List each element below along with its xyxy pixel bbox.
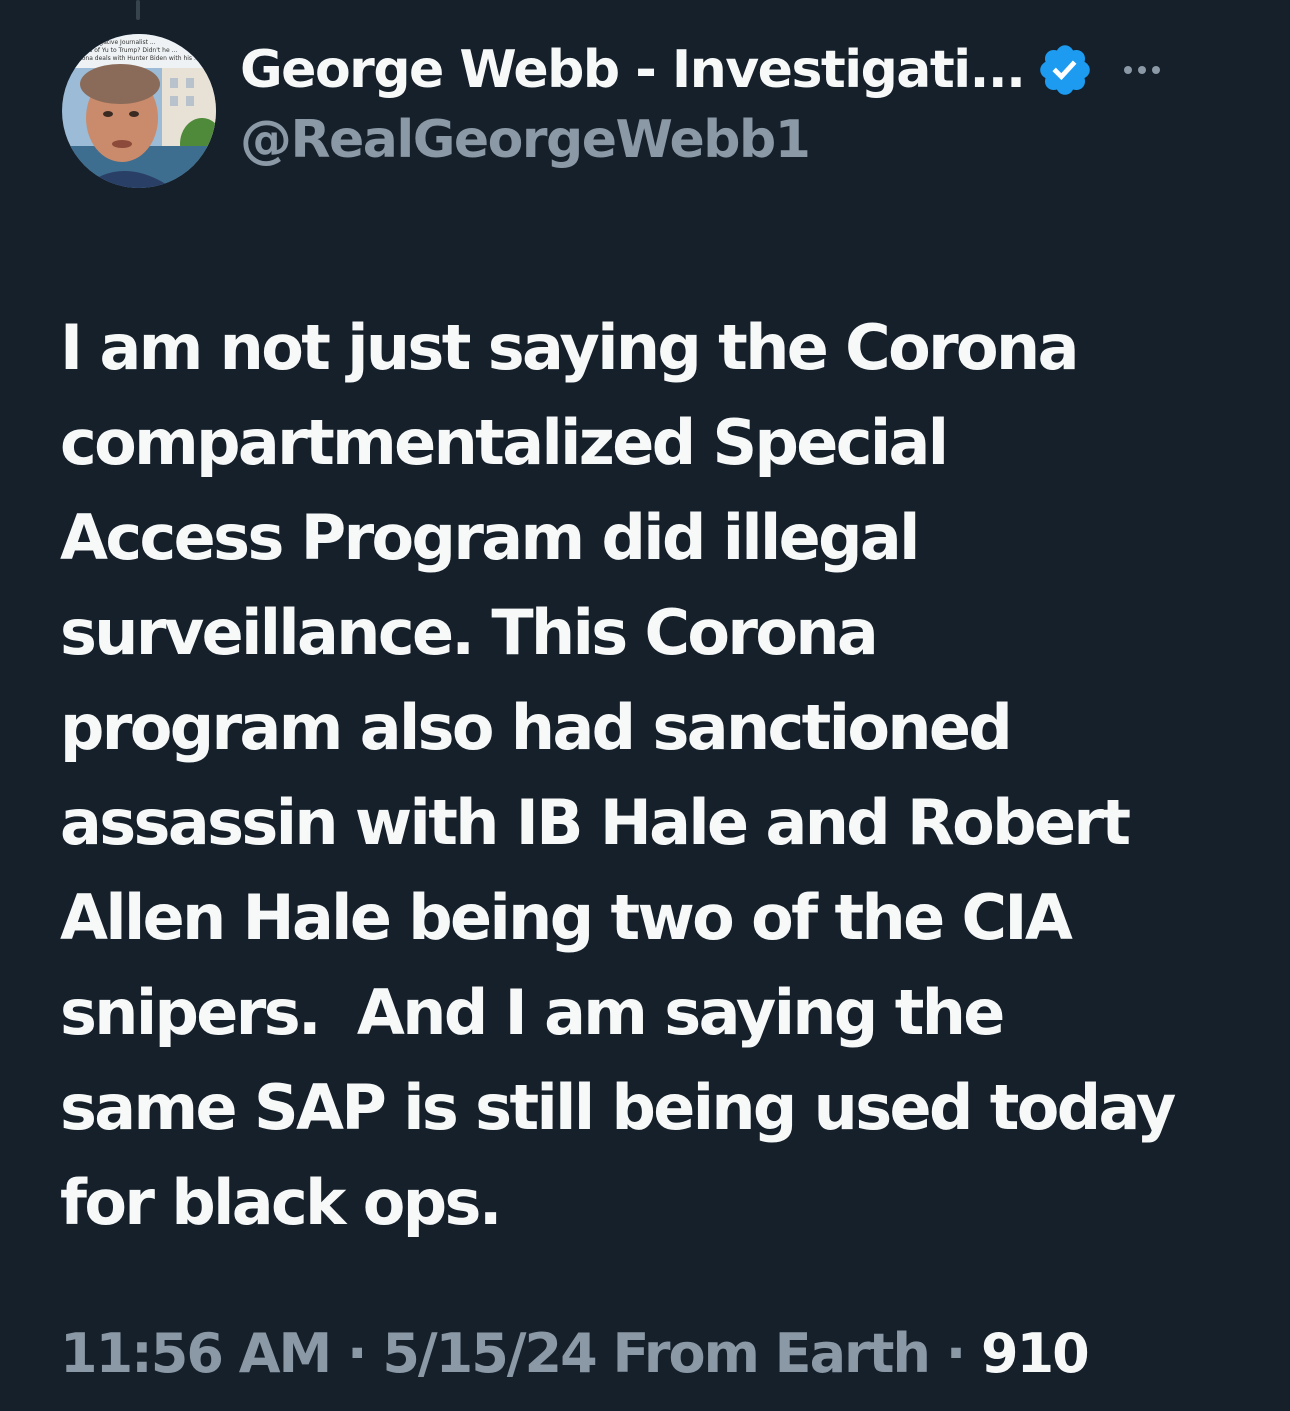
tweet-text-line: for black ops. <box>60 1166 502 1239</box>
tweet-text-line: same SAP is still being used today <box>60 1071 1176 1144</box>
ellipsis-icon[interactable] <box>1120 48 1164 92</box>
tweet-source: From Earth <box>595 1322 930 1385</box>
tweet-text-line: I am not just saying the Corona <box>60 311 1079 384</box>
tweet-card: ...igative Journalist ... ...ons of Yu t… <box>0 0 1290 1411</box>
avatar-caption-line-3: ...orona deals with Hunter Biden with hi… <box>70 55 200 62</box>
avatar-caption-line-2: ...ons of Yu to Trump? Didn't he ... <box>76 47 177 54</box>
tweet-text-line: surveillance. This Corona <box>60 596 879 669</box>
display-name[interactable]: George Webb - Investigati... <box>240 40 1026 100</box>
tweet-time[interactable]: 11:56 AM <box>60 1322 332 1385</box>
tweet-text-line: compartmentalized Special <box>60 406 949 479</box>
tweet-text-line: Access Program did illegal <box>60 501 920 574</box>
view-count[interactable]: 910 <box>981 1322 1090 1385</box>
tweet-date[interactable]: 5/15/24 <box>382 1322 597 1385</box>
tweet-text-line: program also had sanctioned <box>60 691 1013 764</box>
tweet-metadata: 11:56 AM · 5/15/24 From Earth · 910 <box>60 1322 1090 1385</box>
avatar-caption-line-1: ...igative Journalist ... <box>92 39 156 46</box>
thread-connector-line <box>136 0 140 20</box>
verified-badge-icon[interactable] <box>1036 41 1094 99</box>
avatar[interactable]: ...igative Journalist ... ...ons of Yu t… <box>62 34 216 188</box>
name-row: George Webb - Investigati... <box>240 34 1270 106</box>
tweet-text: I am not just saying the Corona compartm… <box>60 300 1260 1250</box>
author-header: George Webb - Investigati... @RealGeorge… <box>240 34 1270 170</box>
meta-separator: · <box>330 1322 383 1385</box>
tweet-text-line: assassin with IB Hale and Robert <box>60 786 1131 859</box>
profile-photo: ...igative Journalist ... ...ons of Yu t… <box>62 34 216 188</box>
tweet-text-line: snipers. And I am saying the <box>60 976 1005 1049</box>
tweet-text-line: Allen Hale being two of the CIA <box>60 881 1073 954</box>
user-handle[interactable]: @RealGeorgeWebb1 <box>240 110 1270 170</box>
meta-separator: · <box>928 1322 982 1385</box>
